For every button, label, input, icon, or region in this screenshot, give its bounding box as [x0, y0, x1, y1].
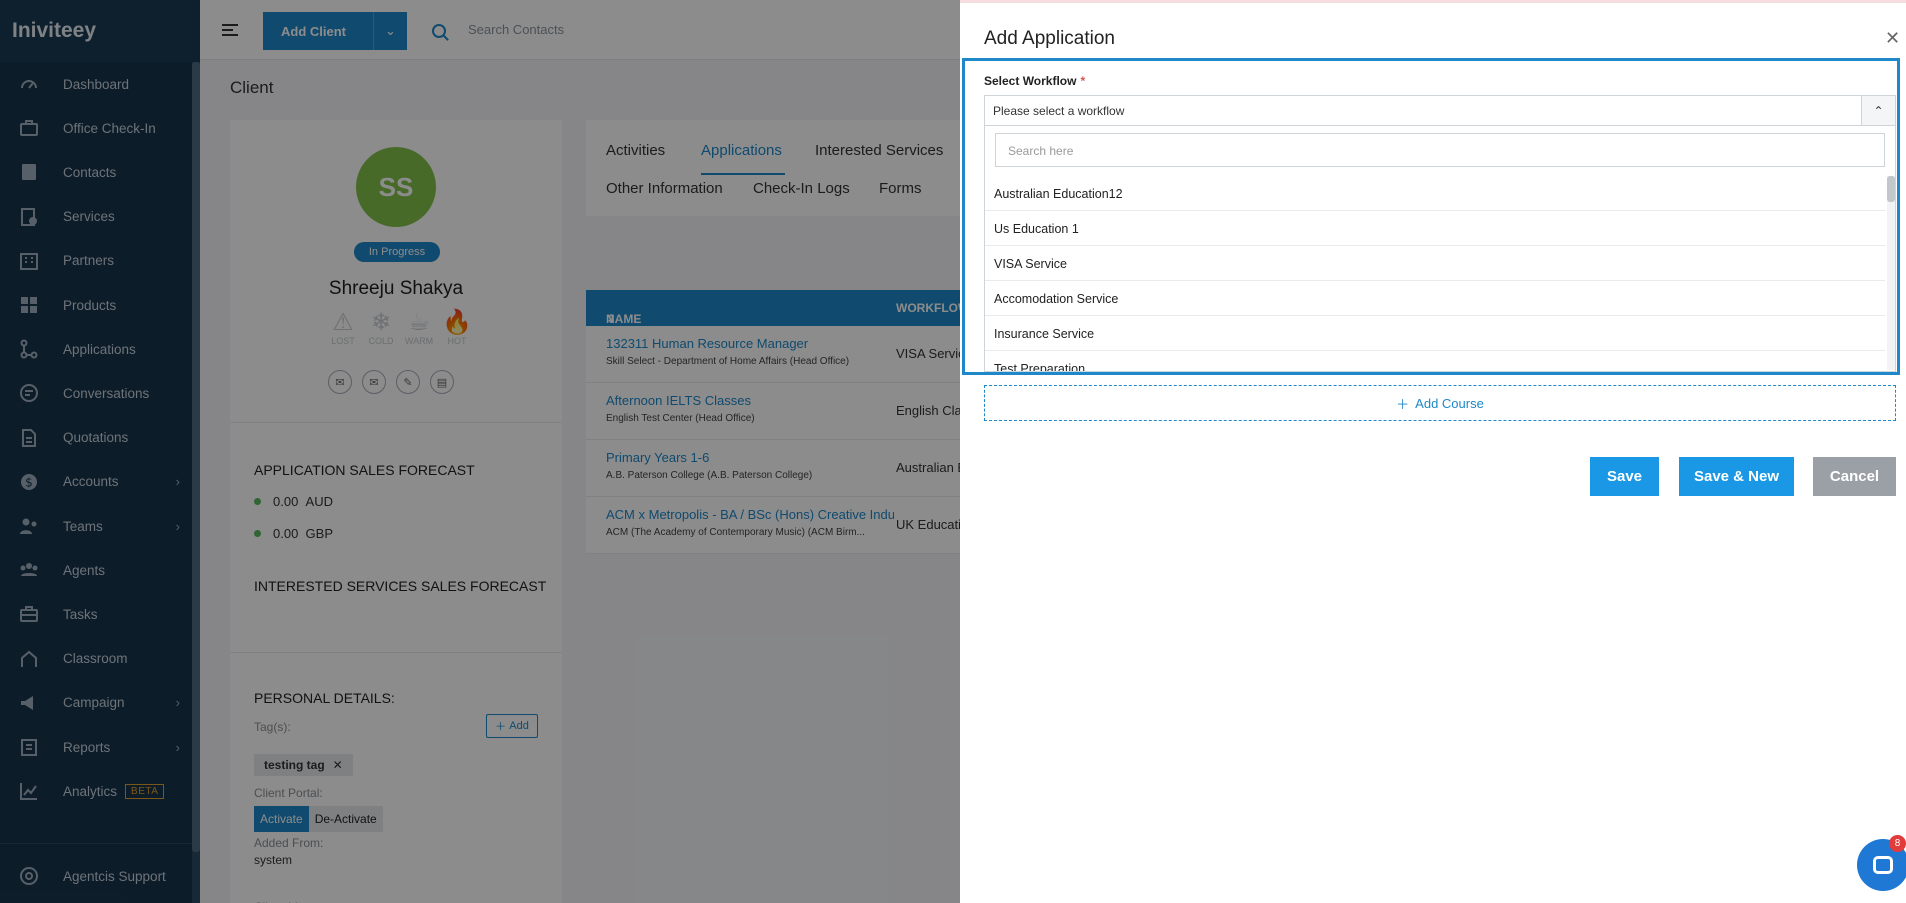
save-and-new-button[interactable]: Save & New [1679, 457, 1794, 496]
notification-badge: 8 [1889, 835, 1906, 852]
chevron-up-icon[interactable]: ⌃ [1861, 96, 1895, 125]
chat-bubble-icon [1873, 856, 1893, 874]
add-course-label: Add Course [1415, 395, 1484, 411]
workflow-option[interactable]: VISA Service [985, 246, 1885, 281]
workflow-search-input[interactable]: Search here [995, 133, 1885, 167]
workflow-select-value: Please select a workflow [993, 104, 1125, 118]
workflow-option[interactable]: Us Education 1 [985, 211, 1885, 246]
add-course-button[interactable]: ＋ Add Course [984, 385, 1896, 421]
plus-icon: ＋ [1396, 396, 1410, 412]
app-root: Iniviteey Dashboard Office Check-In Contac… [0, 0, 1906, 903]
workflow-label: Select Workflow * [984, 74, 1085, 88]
workflow-select[interactable]: Please select a workflow ⌃ [984, 95, 1896, 126]
workflow-option[interactable]: Accomodation Service [985, 281, 1885, 316]
required-marker: * [1080, 74, 1086, 88]
cancel-button[interactable]: Cancel [1813, 457, 1896, 496]
modal-title: Add Application [984, 28, 1115, 49]
workflow-option[interactable]: Test Preparation [985, 351, 1885, 371]
add-application-drawer: Add Application ✕ Select Workflow * Pleas… [960, 0, 1906, 903]
close-icon[interactable]: ✕ [1885, 28, 1900, 49]
workflow-option[interactable]: Insurance Service [985, 316, 1885, 351]
workflow-dropdown: Search here Australian Education12 Us Edu… [984, 126, 1896, 372]
save-button[interactable]: Save [1590, 457, 1659, 496]
dropdown-scrollbar[interactable] [1887, 176, 1895, 370]
workflow-option[interactable]: Australian Education12 [985, 176, 1885, 211]
workflow-label-text: Select Workflow [984, 74, 1077, 88]
modal-backdrop[interactable] [0, 0, 960, 903]
dropdown-scrollbar-thumb[interactable] [1887, 176, 1895, 202]
